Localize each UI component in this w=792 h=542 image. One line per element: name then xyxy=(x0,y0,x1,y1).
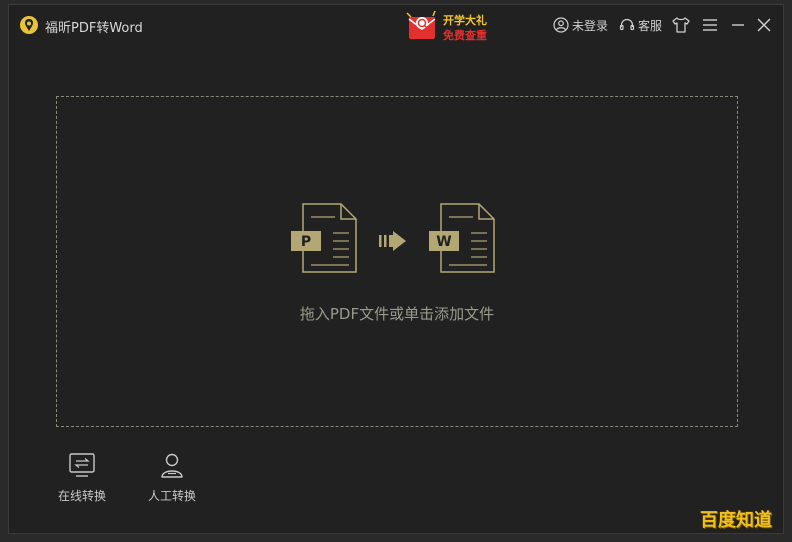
service-label: 客服 xyxy=(638,18,663,33)
promo-line1: 开学大礼 xyxy=(443,14,487,27)
pdf-to-word-illustration: P W xyxy=(291,203,495,273)
app-window: 福昕PDF转Word 开学大礼 免费查重 未登录 客服 P W 拖入PDF文件或… xyxy=(8,4,784,534)
online-convert-button[interactable]: 在线转换 xyxy=(42,451,122,504)
gift-envelope-icon xyxy=(406,10,436,39)
manual-convert-button[interactable]: 人工转换 xyxy=(132,451,212,504)
promo-banner[interactable]: 开学大礼 免费查重 xyxy=(405,7,505,45)
drop-hint-text: 拖入PDF文件或单击添加文件 xyxy=(299,305,495,323)
user-icon xyxy=(553,17,569,33)
titlebar: 福昕PDF转Word 开学大礼 免费查重 未登录 客服 xyxy=(9,5,783,45)
manual-convert-label: 人工转换 xyxy=(147,489,196,503)
word-letter: W xyxy=(436,234,451,250)
pdf-letter: P xyxy=(301,234,311,250)
headset-icon xyxy=(619,18,635,31)
monitor-swap-icon xyxy=(69,453,95,477)
login-button[interactable]: 未登录 xyxy=(553,15,608,35)
word-document-icon: W xyxy=(429,203,495,273)
pdf-document-icon: P xyxy=(291,203,357,273)
person-icon xyxy=(161,453,183,478)
app-logo-icon xyxy=(20,16,38,34)
menu-icon[interactable] xyxy=(700,15,720,35)
promo-line2: 免费查重 xyxy=(443,29,487,42)
minimize-icon[interactable] xyxy=(728,15,748,35)
close-icon[interactable] xyxy=(754,15,774,35)
arrow-right-icon xyxy=(379,231,406,251)
customer-service-button[interactable]: 客服 xyxy=(619,15,662,35)
watermark: 百度知道 xyxy=(700,510,772,531)
login-label: 未登录 xyxy=(572,18,609,33)
app-title: 福昕PDF转Word xyxy=(45,21,143,36)
online-convert-label: 在线转换 xyxy=(57,489,106,503)
file-drop-zone[interactable]: P W 拖入PDF文件或单击添加文件 xyxy=(56,96,738,427)
skin-tshirt-icon[interactable] xyxy=(671,15,691,35)
